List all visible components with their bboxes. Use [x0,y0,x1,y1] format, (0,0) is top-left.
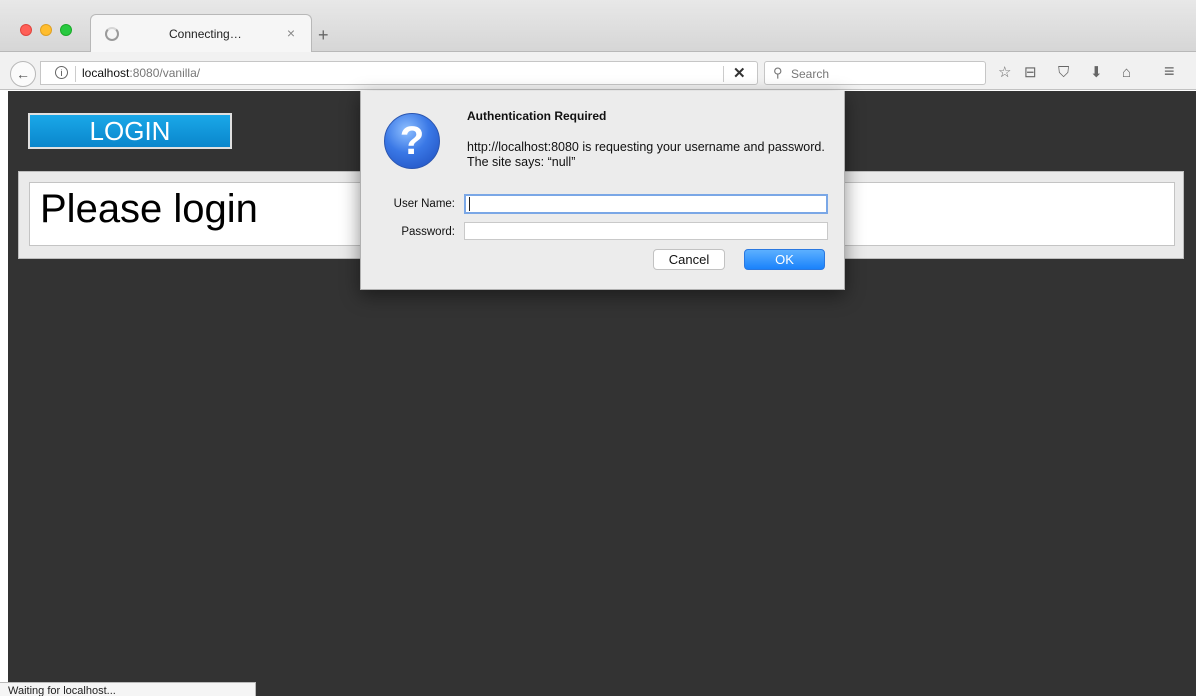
cancel-button[interactable]: Cancel [653,249,725,270]
url-path: :8080/vanilla/ [129,66,201,80]
password-field[interactable] [464,222,828,240]
question-icon: ? [384,113,440,169]
search-icon: ⚲ [773,65,783,80]
reading-list-icon[interactable]: ⊟ [1024,65,1037,81]
search-bar[interactable]: ⚲ Search [764,61,986,85]
window-close-button[interactable] [20,24,32,36]
tab-title: Connecting… [169,27,242,41]
url-separator-right [723,66,724,82]
new-tab-button[interactable]: + [318,26,329,44]
dialog-message: http://localhost:8080 is requesting your… [467,140,825,169]
username-label: User Name: [393,198,455,210]
bookmark-star-icon[interactable]: ☆ [998,65,1011,81]
url-bar[interactable]: i localhost:8080/vanilla/ ✕ [40,61,758,85]
url-separator [75,66,76,82]
menu-icon[interactable]: ≡ [1164,62,1175,80]
pocket-icon[interactable]: ⛉ [1058,65,1069,81]
username-field[interactable] [464,194,828,214]
window-minimize-button[interactable] [40,24,52,36]
title-bar: Connecting… × + [0,0,1196,52]
home-icon[interactable]: ⌂ [1122,65,1131,81]
stop-loading-icon[interactable]: ✕ [733,64,746,82]
download-icon[interactable]: ⬇ [1090,65,1103,81]
login-button[interactable]: LOGIN [28,113,232,149]
search-placeholder: Search [791,67,830,81]
page-left-edge [0,91,8,696]
url-host: localhost [82,66,130,80]
back-button[interactable]: ← [10,61,36,87]
url-text[interactable]: localhost:8080/vanilla/ [82,66,200,80]
browser-tab[interactable]: Connecting… × [90,14,312,52]
status-bar: Waiting for localhost... [0,682,256,696]
dialog-title: Authentication Required [467,109,607,123]
tab-close-icon[interactable]: × [287,25,295,41]
auth-dialog: ? Authentication Required http://localho… [360,91,845,290]
navigation-toolbar: ← i localhost:8080/vanilla/ ✕ ⚲ Search ☆… [0,52,1196,90]
please-login-message: Please login [40,187,258,231]
password-label: Password: [401,226,455,238]
loading-spinner-icon [105,27,119,41]
window-maximize-button[interactable] [60,24,72,36]
ok-button[interactable]: OK [744,249,825,270]
site-info-icon[interactable]: i [55,66,68,79]
text-cursor [469,197,470,211]
